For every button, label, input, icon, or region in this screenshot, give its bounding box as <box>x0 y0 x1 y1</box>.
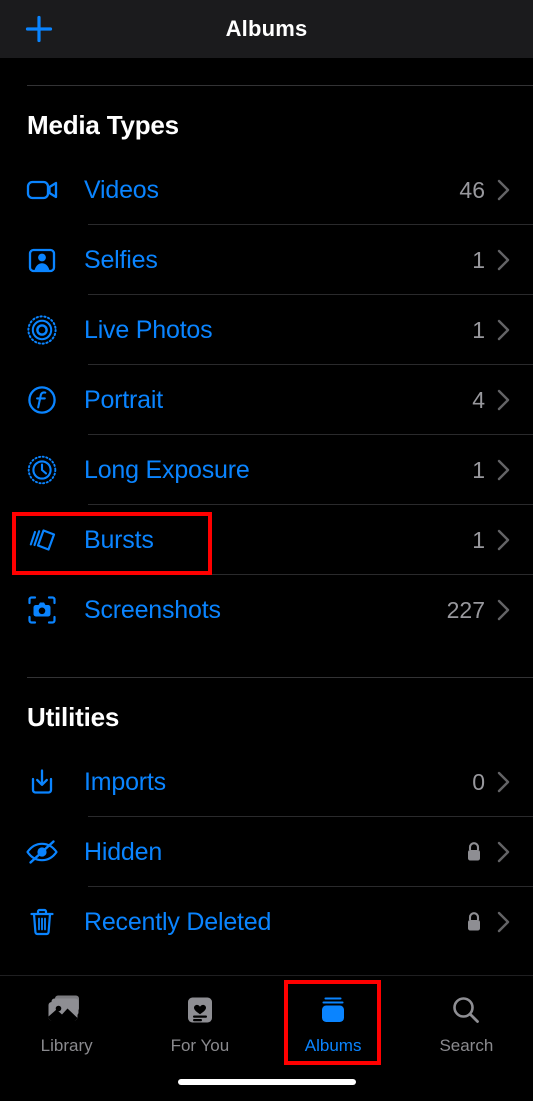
chevron-right-icon <box>497 179 511 201</box>
chevron-right-icon <box>497 249 511 271</box>
row-selfies[interactable]: Selfies 1 <box>0 225 533 295</box>
row-hidden[interactable]: Hidden <box>0 817 533 887</box>
eye-slash-icon <box>22 832 62 872</box>
row-label-selfies: Selfies <box>84 245 158 274</box>
chevron-right-icon <box>497 459 511 481</box>
row-label-recently-deleted: Recently Deleted <box>84 907 272 936</box>
row-label-screenshots: Screenshots <box>84 595 221 624</box>
trash-icon <box>22 902 62 942</box>
row-label-long-exposure: Long Exposure <box>84 455 250 484</box>
tab-for-you[interactable]: For You <box>133 976 266 1068</box>
live-photo-icon <box>22 310 62 350</box>
row-label-videos: Videos <box>84 175 159 204</box>
row-count-screenshots: 227 <box>446 596 485 623</box>
bursts-stack-icon <box>22 520 62 560</box>
chevron-right-icon <box>497 389 511 411</box>
section-header-utilities: Utilities <box>27 702 120 732</box>
aperture-f-icon <box>22 380 62 420</box>
screenshot-icon <box>22 590 62 630</box>
row-count-selfies: 1 <box>472 246 485 273</box>
chevron-right-icon <box>497 841 511 863</box>
page-title: Albums <box>225 16 308 41</box>
person-frame-icon <box>22 240 62 280</box>
row-videos[interactable]: Videos 46 <box>0 155 533 225</box>
import-tray-icon <box>22 762 62 802</box>
photo-stack-icon <box>47 990 87 1032</box>
photos-albums-screen: Albums Media Types Videos 46 Selfies 1 L… <box>0 0 533 1101</box>
lock-icon <box>465 841 483 863</box>
video-camera-icon <box>22 170 62 210</box>
lock-icon <box>465 911 483 933</box>
row-count-live-photos: 1 <box>472 316 485 343</box>
navigation-bar: Albums <box>0 0 533 58</box>
row-live-photos[interactable]: Live Photos 1 <box>0 295 533 365</box>
row-count-long-exposure: 1 <box>472 456 485 483</box>
row-count-bursts: 1 <box>472 526 485 553</box>
albums-list[interactable]: Media Types Videos 46 Selfies 1 Live Pho… <box>0 58 533 975</box>
tab-search[interactable]: Search <box>400 976 533 1068</box>
row-label-hidden: Hidden <box>84 837 163 866</box>
chevron-right-icon <box>497 911 511 933</box>
row-label-live-photos: Live Photos <box>84 315 213 344</box>
tab-label-search: Search <box>439 1036 494 1055</box>
tab-albums[interactable]: Albums <box>267 976 400 1068</box>
home-indicator <box>177 1079 356 1085</box>
plus-icon <box>25 15 53 43</box>
row-label-portrait: Portrait <box>84 385 163 414</box>
tab-bar: Library For You Albums Search <box>0 975 533 1101</box>
row-long-exposure[interactable]: Long Exposure 1 <box>0 435 533 505</box>
row-count-imports: 0 <box>472 768 485 795</box>
chevron-right-icon <box>497 529 511 551</box>
row-label-bursts: Bursts <box>84 525 154 554</box>
section-header-media-types: Media Types <box>27 110 179 140</box>
row-bursts[interactable]: Bursts 1 <box>0 505 533 575</box>
row-count-portrait: 4 <box>472 386 485 413</box>
tab-label-for-you: For You <box>170 1036 230 1055</box>
row-label-imports: Imports <box>84 767 166 796</box>
chevron-right-icon <box>497 319 511 341</box>
chevron-right-icon <box>497 771 511 793</box>
tab-label-library: Library <box>40 1036 93 1055</box>
magnifier-icon <box>449 990 483 1032</box>
for-you-card-icon <box>184 990 216 1032</box>
row-recently-deleted[interactable]: Recently Deleted <box>0 887 533 957</box>
chevron-right-icon <box>497 599 511 621</box>
tab-label-albums: Albums <box>304 1036 362 1055</box>
row-screenshots[interactable]: Screenshots 227 <box>0 575 533 645</box>
tab-library[interactable]: Library <box>0 976 133 1068</box>
row-portrait[interactable]: Portrait 4 <box>0 365 533 435</box>
add-album-button[interactable] <box>20 10 58 48</box>
long-exposure-icon <box>22 450 62 490</box>
albums-icon <box>316 990 350 1032</box>
row-count-videos: 46 <box>459 176 485 203</box>
row-imports[interactable]: Imports 0 <box>0 747 533 817</box>
